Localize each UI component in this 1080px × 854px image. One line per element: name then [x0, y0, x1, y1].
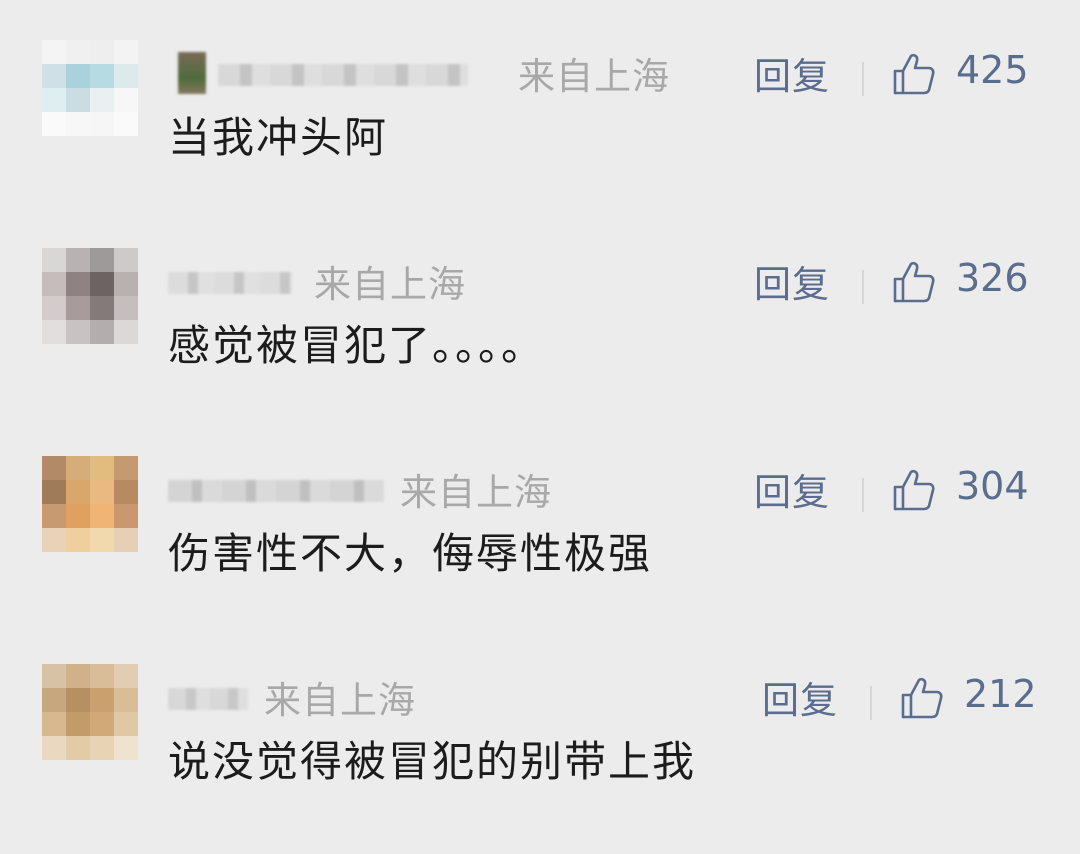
- comment-text: 说没觉得被冒犯的别带上我: [168, 737, 697, 786]
- avatar-pixel: [114, 456, 138, 480]
- like-count: 212: [964, 672, 1037, 716]
- avatar-pixel: [66, 272, 90, 296]
- avatar-pixel: [66, 296, 90, 320]
- avatar-pixel: [42, 480, 66, 504]
- avatar-pixel: [66, 456, 90, 480]
- avatar-pixel: [114, 688, 138, 712]
- avatar-pixel: [90, 664, 114, 688]
- like-count: 304: [956, 464, 1029, 508]
- avatar-pixel: [90, 456, 114, 480]
- reply-button[interactable]: 回复: [754, 462, 830, 516]
- avatar-pixel: [90, 688, 114, 712]
- avatar-pixel: [66, 528, 90, 552]
- avatar-pixel: [66, 88, 90, 112]
- avatar-pixel: [42, 320, 66, 344]
- avatar-pixel: [114, 248, 138, 272]
- avatar-pixel: [90, 40, 114, 64]
- avatar-pixel: [66, 688, 90, 712]
- reply-button[interactable]: 回复: [754, 254, 830, 308]
- avatar-pixel: [42, 296, 66, 320]
- avatar-pixel: [66, 40, 90, 64]
- avatar[interactable]: [42, 40, 138, 136]
- avatar-pixel: [114, 504, 138, 528]
- avatar-pixel: [114, 712, 138, 736]
- avatar[interactable]: [42, 664, 138, 760]
- avatar-pixel: [114, 112, 138, 136]
- avatar-pixel: [90, 528, 114, 552]
- avatar-pixel: [90, 296, 114, 320]
- avatar-pixel: [114, 664, 138, 688]
- like-count: 326: [956, 256, 1029, 300]
- avatar-pixel: [66, 664, 90, 688]
- avatar-pixel: [42, 528, 66, 552]
- like-count: 425: [956, 48, 1029, 92]
- thumbs-up-icon[interactable]: [892, 52, 936, 96]
- divider: [870, 686, 872, 720]
- comment-text: 感觉被冒犯了。。。。: [168, 321, 546, 370]
- location-label: 来自上海: [264, 679, 416, 722]
- avatar-pixel: [42, 40, 66, 64]
- avatar-pixel: [42, 64, 66, 88]
- avatar-pixel: [114, 736, 138, 760]
- avatar-pixel: [42, 248, 66, 272]
- avatar[interactable]: [42, 248, 138, 344]
- location-label: 来自上海: [400, 471, 552, 514]
- avatar-pixel: [114, 272, 138, 296]
- avatar-pixel: [42, 736, 66, 760]
- avatar-pixel: [66, 712, 90, 736]
- avatar-pixel: [66, 736, 90, 760]
- avatar-pixel: [42, 88, 66, 112]
- username-blurred[interactable]: [168, 468, 388, 510]
- avatar-pixel: [42, 712, 66, 736]
- avatar-pixel: [90, 504, 114, 528]
- reply-button[interactable]: 回复: [762, 670, 838, 724]
- comment-text: 当我冲头阿: [168, 113, 389, 162]
- avatar-pixel: [42, 456, 66, 480]
- avatar-pixel: [90, 480, 114, 504]
- avatar-pixel: [42, 112, 66, 136]
- avatar-pixel: [66, 480, 90, 504]
- avatar-pixel: [90, 248, 114, 272]
- divider: [862, 62, 864, 96]
- comment-text: 伤害性不大，侮辱性极强: [168, 529, 653, 578]
- avatar-pixel: [66, 112, 90, 136]
- divider: [862, 270, 864, 304]
- avatar-pixel: [42, 504, 66, 528]
- avatar-pixel: [66, 320, 90, 344]
- avatar-pixel: [114, 528, 138, 552]
- divider: [862, 478, 864, 512]
- avatar-pixel: [114, 88, 138, 112]
- avatar-pixel: [66, 248, 90, 272]
- username-blurred[interactable]: [178, 52, 478, 94]
- reply-button[interactable]: 回复: [754, 46, 830, 100]
- avatar-pixel: [114, 296, 138, 320]
- comment-item: 来自上海 回复 304 伤害性不大，侮辱性极强: [0, 456, 1080, 646]
- username-blurred[interactable]: [168, 260, 294, 302]
- avatar-pixel: [90, 320, 114, 344]
- thumbs-up-icon[interactable]: [892, 260, 936, 304]
- location-label: 来自上海: [518, 55, 670, 98]
- comment-item: 来自上海 回复 326 感觉被冒犯了。。。。: [0, 248, 1080, 438]
- avatar-pixel: [90, 64, 114, 88]
- username-blurred[interactable]: [168, 676, 250, 718]
- avatar-pixel: [90, 272, 114, 296]
- comment-item: 来自上海 回复 425 当我冲头阿: [0, 40, 1080, 230]
- avatar-pixel: [66, 64, 90, 88]
- avatar-pixel: [42, 664, 66, 688]
- avatar-pixel: [114, 40, 138, 64]
- avatar-pixel: [90, 712, 114, 736]
- avatar-pixel: [90, 112, 114, 136]
- avatar-pixel: [114, 480, 138, 504]
- avatar-pixel: [114, 64, 138, 88]
- avatar-pixel: [90, 88, 114, 112]
- avatar-pixel: [42, 688, 66, 712]
- avatar-pixel: [90, 736, 114, 760]
- avatar-pixel: [114, 320, 138, 344]
- avatar-pixel: [42, 272, 66, 296]
- thumbs-up-icon[interactable]: [900, 676, 944, 720]
- avatar[interactable]: [42, 456, 138, 552]
- location-label: 来自上海: [314, 263, 466, 306]
- avatar-pixel: [66, 504, 90, 528]
- thumbs-up-icon[interactable]: [892, 468, 936, 512]
